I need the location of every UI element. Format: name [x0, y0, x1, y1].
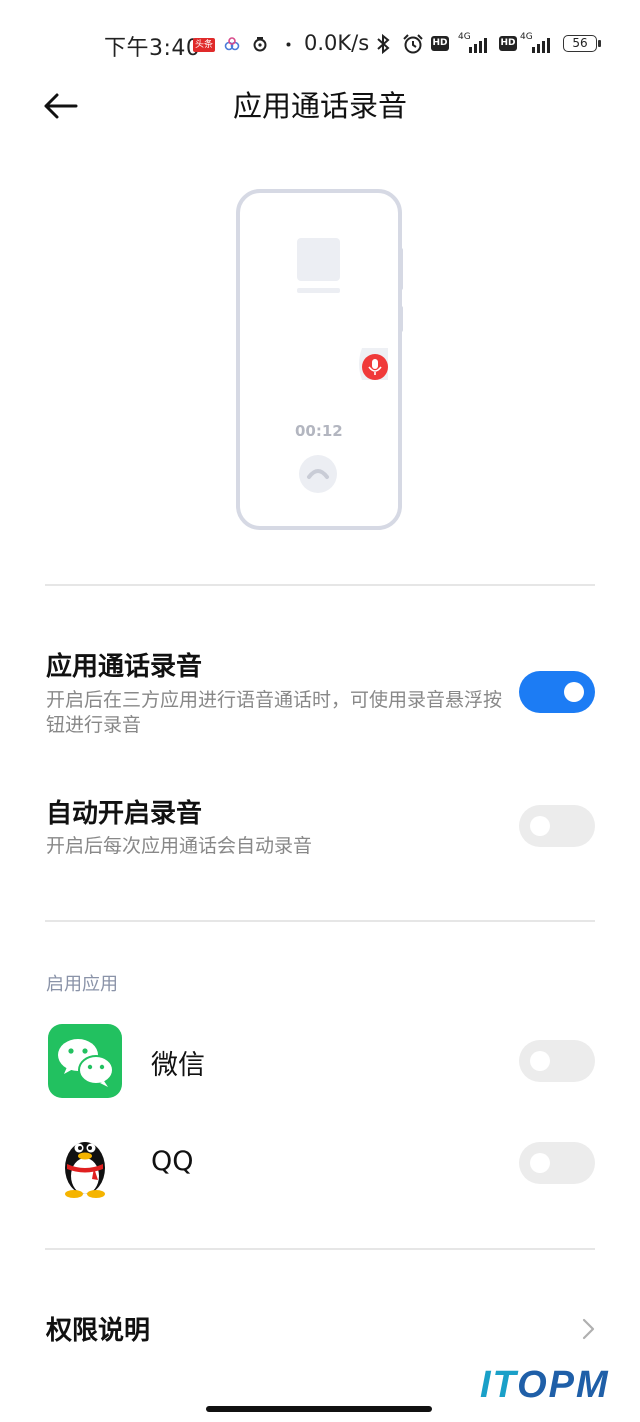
- toggle-knob: [530, 816, 550, 836]
- battery-tip: [598, 40, 601, 47]
- hd-icon: HD: [431, 36, 449, 51]
- battery-icon: 56: [563, 35, 597, 52]
- news-badge-icon: 头条: [193, 38, 216, 52]
- qq-penguin-icon: [65, 1142, 105, 1198]
- toggle-knob: [564, 682, 584, 702]
- dot-icon: [286, 42, 291, 47]
- page-title: 应用通话录音: [232, 89, 407, 123]
- watermark-part-b: OPM: [517, 1364, 610, 1406]
- call-timer: 00:12: [295, 422, 343, 440]
- chevron-right-icon: [582, 1318, 595, 1340]
- wechat-toggle[interactable]: [519, 1040, 595, 1082]
- setting-description: 开启后在三方应用进行语音通话时，可使用录音悬浮按钮进行录音: [46, 689, 503, 736]
- home-indicator[interactable]: [206, 1406, 432, 1412]
- app-name: QQ: [151, 1146, 194, 1177]
- setting-description: 开启后每次应用通话会自动录音: [46, 835, 313, 857]
- toggle-knob: [530, 1051, 550, 1071]
- alarm-icon: [403, 34, 423, 54]
- app-name: 微信: [151, 1050, 205, 1081]
- divider: [45, 920, 595, 922]
- watermark-part-a: IT: [480, 1364, 518, 1406]
- setting-title: 自动开启录音: [46, 799, 203, 829]
- call-recording-toggle[interactable]: [519, 671, 595, 713]
- watermark-logo: ITOPM: [480, 1364, 610, 1407]
- bluetooth-icon: [377, 33, 390, 55]
- permission-label: 权限说明: [46, 1316, 151, 1346]
- divider: [45, 584, 595, 586]
- net-speed: 0.0K/s: [304, 31, 370, 55]
- qq-toggle[interactable]: [519, 1142, 595, 1184]
- signal-icon-2: [532, 38, 550, 53]
- divider: [45, 1248, 595, 1250]
- status-time: 下午3:40: [104, 36, 201, 61]
- wechat-icon: [48, 1024, 122, 1098]
- timer-status-icon: [253, 37, 267, 52]
- setting-title: 应用通话录音: [46, 652, 203, 682]
- hd-icon-2: HD: [499, 36, 517, 51]
- cloud-app-icon: [224, 37, 240, 51]
- auto-record-toggle[interactable]: [519, 805, 595, 847]
- status-bar: 下午3:40 头条 0.0K/s HD 4G HD 4G 56: [0, 0, 640, 88]
- section-label: 启用应用: [46, 974, 118, 995]
- toggle-knob: [530, 1153, 550, 1173]
- phone-illustration: 00:12: [200, 180, 440, 540]
- signal-icon: [469, 38, 487, 53]
